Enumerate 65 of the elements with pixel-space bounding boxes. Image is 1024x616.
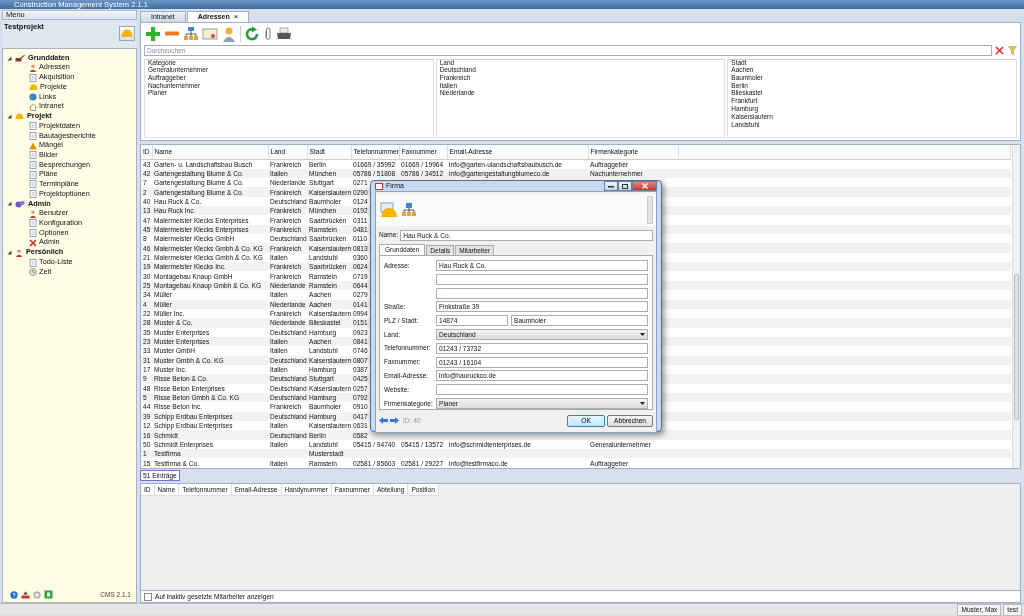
house-icon xyxy=(29,102,37,111)
filter-icon xyxy=(1008,46,1017,56)
machine-icon xyxy=(15,54,25,62)
certificate-button[interactable] xyxy=(202,26,218,42)
refresh-icon xyxy=(244,26,260,42)
minimize-button[interactable] xyxy=(604,181,618,191)
next-button[interactable] xyxy=(390,417,399,425)
person-icon xyxy=(29,63,37,72)
project-button[interactable] xyxy=(119,26,135,41)
warning-icon xyxy=(29,141,37,150)
square-icon[interactable] xyxy=(44,590,53,599)
filter-button[interactable] xyxy=(1008,46,1017,56)
hierarchy-icon xyxy=(401,202,417,218)
clear-icon xyxy=(995,46,1004,56)
text-field[interactable] xyxy=(436,273,648,285)
globe-icon xyxy=(29,92,37,101)
printer-icon xyxy=(276,26,292,42)
person-icon xyxy=(15,248,23,257)
hierarchy-button[interactable] xyxy=(401,202,417,218)
text-field[interactable] xyxy=(436,287,648,299)
gear-icon xyxy=(15,199,25,208)
helmet-icon xyxy=(380,202,397,218)
paperclip-icon xyxy=(263,26,273,42)
hierarchy-button[interactable] xyxy=(183,26,199,42)
caret-icon xyxy=(640,401,645,405)
expand-triangle-icon[interactable] xyxy=(7,55,12,61)
plus-icon xyxy=(145,26,161,42)
expand-triangle-icon[interactable] xyxy=(7,113,12,119)
minus-icon xyxy=(164,31,180,37)
print-button[interactable] xyxy=(276,26,292,42)
left-arrow-icon xyxy=(379,417,388,425)
right-arrow-icon xyxy=(390,417,399,425)
expand-triangle-icon[interactable] xyxy=(7,250,12,256)
window-icon xyxy=(375,182,383,190)
helmet-icon xyxy=(15,112,24,120)
helmet-icon xyxy=(121,29,133,38)
gear-icon[interactable] xyxy=(33,590,41,599)
clock-icon xyxy=(29,268,37,277)
contact-button[interactable] xyxy=(221,26,237,42)
help-icon[interactable] xyxy=(10,590,18,599)
cross-icon xyxy=(29,238,37,247)
checkbox[interactable] xyxy=(144,592,152,601)
remove-button[interactable] xyxy=(164,31,180,37)
page-icon xyxy=(29,73,37,82)
person-icon xyxy=(29,209,37,218)
add-button[interactable] xyxy=(145,26,161,42)
close-tab-button[interactable]: × xyxy=(233,13,239,21)
previous-button[interactable] xyxy=(379,417,388,425)
refresh-button[interactable] xyxy=(244,26,260,42)
scrollbar[interactable] xyxy=(1012,144,1020,469)
helmet-icon xyxy=(29,83,38,91)
maximize-icon xyxy=(622,183,628,189)
text-field[interactable] xyxy=(436,384,648,396)
certificate-icon xyxy=(202,26,218,42)
scrollbar-thumb[interactable] xyxy=(1014,274,1019,420)
attachment-button[interactable] xyxy=(263,26,273,42)
expand-triangle-icon[interactable] xyxy=(7,201,12,207)
clear-filter-button[interactable] xyxy=(995,46,1004,56)
upload-icon[interactable] xyxy=(21,590,30,599)
close-button[interactable] xyxy=(632,181,657,191)
person-icon xyxy=(221,26,237,42)
hierarchy-icon xyxy=(183,26,199,42)
scrollbar[interactable] xyxy=(647,196,653,224)
close-icon xyxy=(641,183,648,189)
page-icon xyxy=(29,258,37,267)
